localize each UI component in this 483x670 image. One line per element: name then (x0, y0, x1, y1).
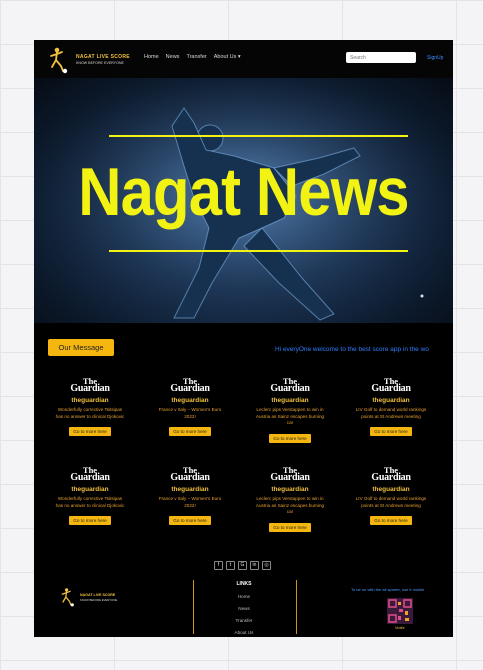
news-headline: Wonderfully corrective Tsitsipas has no … (55, 407, 125, 419)
linkedin-icon[interactable]: in (250, 561, 259, 570)
footer-link-news[interactable]: News (194, 606, 294, 611)
news-headline: France v Italy – Women's Euro 2022! (158, 496, 222, 508)
mobile-app-text: To be on with the all sporter, use it mo… (351, 587, 425, 592)
brand-logo[interactable]: NAGAT LIVE SCORE KNOW BEFORE EVERYONE (48, 46, 148, 74)
footer-link-transfer[interactable]: Transfer (194, 618, 294, 623)
qr-code-icon[interactable] (387, 598, 413, 624)
guardian-logo-icon: The Guardian (170, 376, 210, 394)
guardian-logo-icon: The Guardian (371, 376, 411, 394)
news-source: theguardian (171, 486, 209, 493)
search-input[interactable] (346, 52, 416, 63)
guardian-logo-icon: The Guardian (70, 376, 110, 394)
news-headline: Leclerc pips Verstappen to win in Austri… (255, 407, 325, 425)
go-to-more-button[interactable]: Go to more here (269, 433, 311, 443)
footballer-logo-icon (50, 47, 68, 74)
signup-link[interactable]: SignUp (427, 55, 443, 61)
nav-home-link[interactable]: Home (144, 54, 159, 60)
guardian-logo-icon: The Guardian (70, 465, 110, 483)
news-card: The Guardian theguardian LIV Golf to dema… (347, 464, 435, 552)
news-source: theguardian (171, 397, 209, 404)
news-cards-grid: The Guardian theguardian Wonderfully corr… (34, 375, 453, 553)
footer-link-about[interactable]: About Us (194, 630, 294, 635)
news-card: The Guardian theguardian France v Italy –… (146, 464, 234, 552)
hero-title: Nagat News (78, 154, 409, 230)
guardian-logo-icon: The Guardian (270, 376, 310, 394)
twitter-icon[interactable]: t (226, 561, 235, 570)
footer-link-home[interactable]: Home (194, 594, 294, 599)
brand-subtitle: KNOW BEFORE EVERYONE (76, 61, 124, 65)
guardian-logo-icon: The Guardian (170, 465, 210, 483)
go-to-more-button[interactable]: Go to more here (69, 427, 111, 436)
go-to-more-button[interactable]: Go to more here (370, 516, 412, 525)
website-frame: NAGAT LIVE SCORE KNOW BEFORE EVERYONE Ho… (34, 40, 453, 637)
qr-code-label: Mobile (395, 626, 405, 630)
go-to-more-button[interactable]: Go to more here (69, 516, 111, 525)
go-to-more-button[interactable]: Go to more here (370, 427, 412, 436)
news-card: The Guardian theguardian Wonderfully corr… (46, 464, 134, 552)
news-card: The Guardian theguardian LIV Golf to dema… (347, 375, 435, 463)
news-headline: Wonderfully corrective Tsitsipas has no … (55, 496, 125, 508)
hero-bottom-rule (109, 250, 408, 252)
news-card: The Guardian theguardian Wonderfully corr… (46, 375, 134, 463)
brand-title: NAGAT LIVE SCORE (76, 54, 130, 60)
news-headline: LIV Golf to demand world rankings points… (355, 496, 427, 508)
footer-links: LINKS Home News Transfer About Us (194, 581, 294, 635)
footer-brand-logo[interactable]: NAGAT LIVE SCORE KNOW BEFORE EVERYONE (60, 587, 150, 609)
nav-links: Home News Transfer About Us ▾ (144, 54, 241, 60)
hero-banner: Nagat News (34, 78, 453, 323)
social-links: f t G in ◎ (214, 561, 271, 570)
footer-brand-title: NAGAT LIVE SCORE (80, 593, 116, 597)
nav-about-dropdown[interactable]: About Us ▾ (214, 54, 241, 60)
news-headline: LIV Golf to demand world rankings points… (355, 407, 427, 419)
footer-links-title: LINKS (236, 581, 252, 587)
news-source: theguardian (71, 397, 109, 404)
news-headline: France v Italy – Women's Euro 2022! (158, 407, 222, 419)
news-source: theguardian (372, 397, 410, 404)
guardian-logo-icon: The Guardian (270, 465, 310, 483)
footballer-logo-icon (61, 588, 74, 607)
nav-news-link[interactable]: News (166, 54, 180, 60)
our-message-button[interactable]: Our Message (48, 339, 114, 356)
go-to-more-button[interactable]: Go to more here (269, 522, 311, 532)
hero-top-rule (109, 135, 408, 137)
nav-transfer-link[interactable]: Transfer (186, 54, 206, 60)
news-card: The Guardian theguardian France v Italy –… (146, 375, 234, 463)
news-card: The Guardian theguardian Leclerc pips Ver… (246, 464, 334, 552)
google-icon[interactable]: G (238, 561, 247, 570)
go-to-more-button[interactable]: Go to more here (169, 516, 211, 525)
footer-divider-right (296, 580, 297, 634)
github-icon[interactable]: ◎ (262, 561, 271, 570)
news-card: The Guardian theguardian Leclerc pips Ver… (246, 375, 334, 463)
news-source: theguardian (372, 486, 410, 493)
go-to-more-button[interactable]: Go to more here (169, 427, 211, 436)
news-source: theguardian (71, 486, 109, 493)
news-source: theguardian (271, 397, 309, 404)
facebook-icon[interactable]: f (214, 561, 223, 570)
navbar: NAGAT LIVE SCORE KNOW BEFORE EVERYONE Ho… (34, 40, 453, 78)
footer-brand-subtitle: KNOW BEFORE EVERYONE (80, 598, 118, 602)
news-source: theguardian (271, 486, 309, 493)
guardian-logo-icon: The Guardian (371, 465, 411, 483)
welcome-marquee: Hi everyOne welcome to the best score ap… (275, 346, 429, 353)
news-headline: Leclerc pips Verstappen to win in Austri… (255, 496, 325, 514)
